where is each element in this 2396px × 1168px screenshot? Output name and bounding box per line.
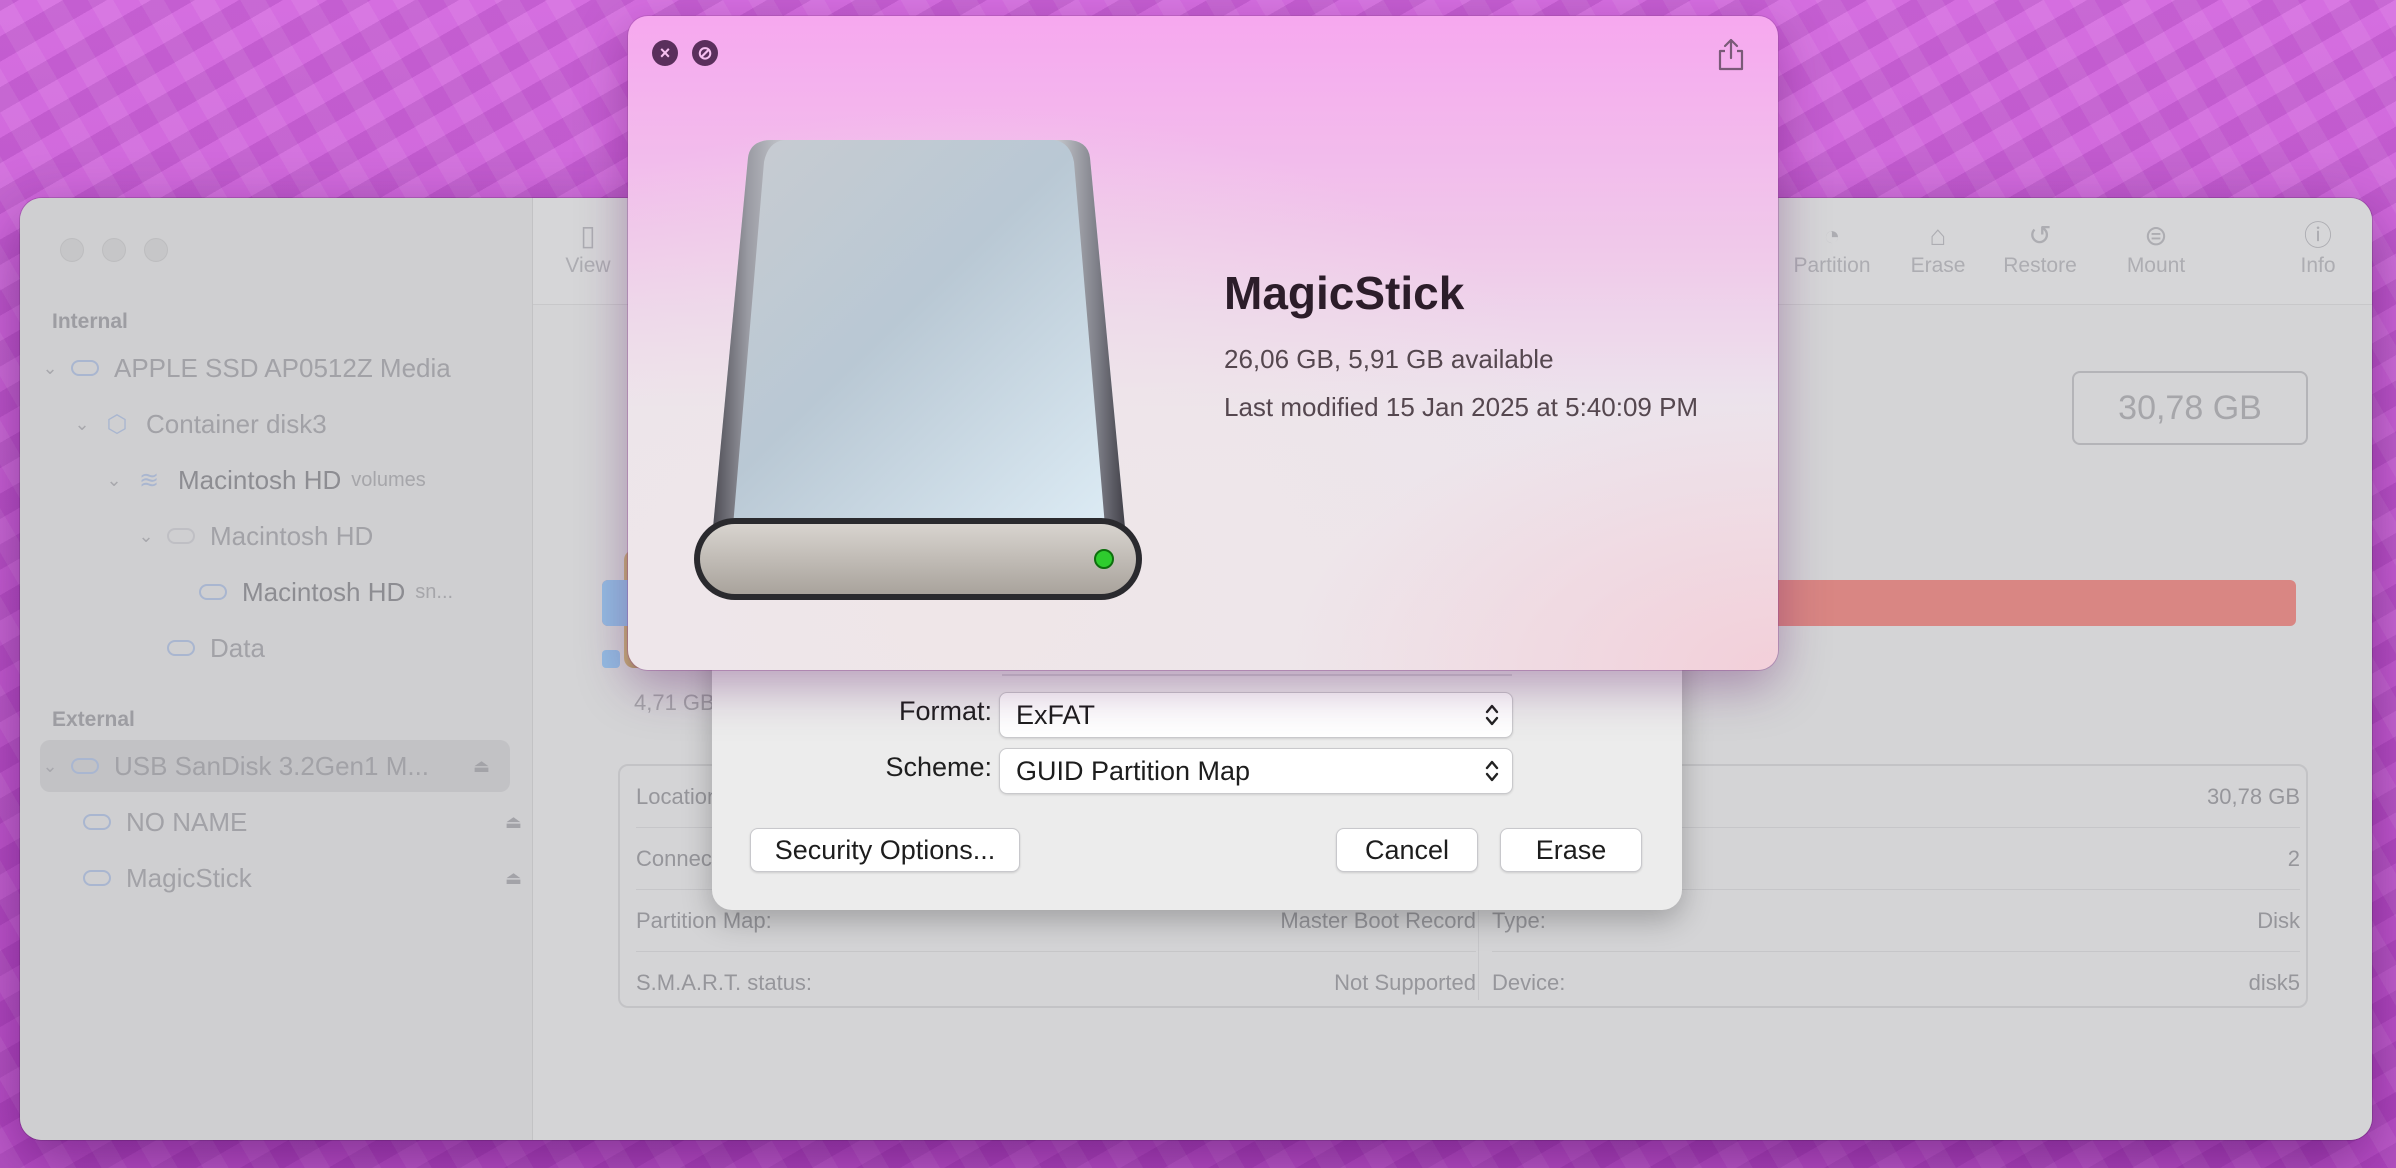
minimize-window-button[interactable] — [102, 238, 126, 262]
scheme-label: Scheme: — [885, 752, 992, 782]
used-legend-swatch — [602, 650, 620, 668]
mount-label: Mount — [2126, 254, 2186, 277]
chevron-down-icon[interactable]: ⌄ — [40, 756, 60, 777]
internal-disk-icon — [68, 358, 102, 378]
mount-button[interactable]: ⊜ Mount — [2101, 218, 2211, 278]
sidebar-item-label: NO NAME — [126, 806, 248, 837]
sidebar-item-label: Macintosh HD — [242, 576, 406, 607]
volume-icon — [80, 812, 114, 832]
name-field-edge — [1002, 674, 1512, 676]
info-value: disk5 — [2248, 970, 2300, 995]
info-label: Partition Map: — [636, 907, 772, 933]
sidebar-item-label: Container disk3 — [146, 408, 327, 439]
info-value: Master Boot Record — [1280, 907, 1476, 933]
volume-icon — [164, 638, 198, 658]
mount-icon: ⊜ — [2144, 220, 2168, 251]
external-disk-icon — [68, 756, 102, 776]
eject-icon[interactable]: ⏏ — [505, 868, 522, 889]
format-value: ExFAT — [1016, 699, 1096, 730]
format-popup[interactable]: ExFAT — [999, 692, 1513, 738]
sidebar-section-internal: Internal — [52, 310, 128, 333]
info-row-device: Device: disk5 — [1492, 952, 2300, 1014]
sidebar-item-label: Macintosh HD — [178, 464, 342, 495]
volume-group-icon: ≋ — [138, 466, 160, 494]
erase-button[interactable]: Erase — [1500, 828, 1642, 872]
erase-toolbar-button[interactable]: ⌂ Erase — [1883, 218, 1993, 278]
sidebar-item-macintosh-hd-volumes[interactable]: ⌄ ≋ Macintosh HD volumes — [40, 454, 574, 506]
chevron-down-icon[interactable]: ⌄ — [72, 414, 92, 435]
sidebar-item-label: USB SanDisk 3.2Gen1 M... — [114, 750, 430, 781]
restore-label: Restore — [2003, 254, 2077, 277]
erase-label: Erase — [1910, 254, 1966, 277]
quick-look-panel: × ⊘ MagicStick 26,06 GB, 5,91 GB availab… — [628, 16, 1778, 670]
cancel-button[interactable]: Cancel — [1336, 828, 1478, 872]
sidebar-item-no-name[interactable]: NO NAME ⏏ — [40, 796, 542, 848]
zoom-window-button[interactable] — [144, 238, 168, 262]
volume-title: MagicStick — [1224, 267, 1465, 319]
view-button[interactable]: ▯ View — [533, 218, 643, 278]
sidebar-item-label: Macintosh HD — [210, 520, 374, 551]
info-value: 2 — [2287, 845, 2300, 871]
volume-icon — [80, 868, 114, 888]
sidebar-item-usb-sandisk[interactable]: ⌄ USB SanDisk 3.2Gen1 M... ⏏ — [40, 740, 510, 792]
security-options-button[interactable]: Security Options... — [750, 828, 1020, 872]
sidebar-item-macintosh-hd[interactable]: ⌄ Macintosh HD — [40, 510, 606, 562]
sidebar-item-label: MagicStick — [126, 862, 252, 893]
share-icon[interactable] — [1714, 36, 1748, 72]
sidebar-item-magicstick[interactable]: MagicStick ⏏ — [40, 852, 542, 904]
restore-button[interactable]: ↺ Restore — [1985, 218, 2095, 278]
drive-led-icon — [1094, 549, 1114, 569]
eject-icon[interactable]: ⏏ — [505, 812, 522, 833]
container-icon: ⬡ — [106, 410, 128, 438]
info-value: Not Supported — [1334, 970, 1476, 995]
fullscreen-icon[interactable]: ⊘ — [692, 40, 718, 66]
info-label: Info — [2300, 254, 2336, 277]
info-button[interactable]: ⓘ Info — [2263, 218, 2372, 278]
close-icon[interactable]: × — [652, 40, 678, 66]
erase-icon: ⌂ — [1929, 220, 1947, 251]
sidebar-item-label: Data — [210, 632, 265, 663]
sidebar-item-apple-ssd[interactable]: ⌄ APPLE SSD AP0512Z Media — [40, 342, 510, 394]
sidebar-toggle-icon: ▯ — [580, 220, 596, 251]
partition-icon: ◔ — [1823, 220, 1841, 251]
format-label: Format: — [898, 696, 992, 726]
chevron-down-icon[interactable]: ⌄ — [104, 470, 124, 491]
scheme-value: GUID Partition Map — [1016, 755, 1251, 786]
info-icon: ⓘ — [2303, 220, 2332, 251]
volume-icon — [196, 582, 230, 602]
window-controls — [60, 238, 168, 262]
info-label: Connecti — [636, 845, 723, 871]
view-label: View — [565, 254, 611, 277]
info-label: Type: — [1492, 907, 1546, 933]
info-row-smart: S.M.A.R.T. status: Not Supported — [636, 952, 1476, 1014]
scheme-popup[interactable]: GUID Partition Map — [999, 748, 1513, 794]
partition-button[interactable]: ◔ Partition — [1777, 218, 1887, 278]
sidebar-item-sublabel: volumes — [351, 468, 426, 491]
info-value: 30,78 GB — [2207, 783, 2300, 809]
sidebar-item-container[interactable]: ⌄ ⬡ Container disk3 — [40, 398, 542, 450]
info-value: Disk — [2257, 907, 2300, 933]
info-label: S.M.A.R.T. status: — [636, 970, 813, 995]
sidebar: Internal ⌄ APPLE SSD AP0512Z Media ⌄ ⬡ C… — [20, 198, 533, 1140]
external-drive-icon — [694, 140, 1142, 600]
sidebar-item-label: APPLE SSD AP0512Z Media — [114, 352, 451, 383]
volume-modified-line: Last modified 15 Jan 2025 at 5:40:09 PM — [1224, 392, 1699, 422]
info-label: Device: — [1492, 970, 1566, 995]
volume-icon — [164, 526, 198, 546]
partition-label: Partition — [1793, 254, 1871, 277]
restore-icon: ↺ — [2028, 220, 2052, 251]
used-legend-value: 4,71 GB — [634, 690, 715, 715]
capacity-badge: 30,78 GB — [2072, 371, 2308, 445]
volume-size-line: 26,06 GB, 5,91 GB available — [1224, 344, 1554, 374]
sidebar-section-external: External — [52, 708, 135, 731]
popup-arrows-icon — [1485, 760, 1499, 782]
chevron-down-icon[interactable]: ⌄ — [40, 358, 60, 379]
popup-arrows-icon — [1485, 704, 1499, 726]
sidebar-item-sublabel: sn... — [415, 580, 454, 603]
eject-icon[interactable]: ⏏ — [473, 756, 490, 777]
close-window-button[interactable] — [60, 238, 84, 262]
chevron-down-icon[interactable]: ⌄ — [136, 526, 156, 547]
